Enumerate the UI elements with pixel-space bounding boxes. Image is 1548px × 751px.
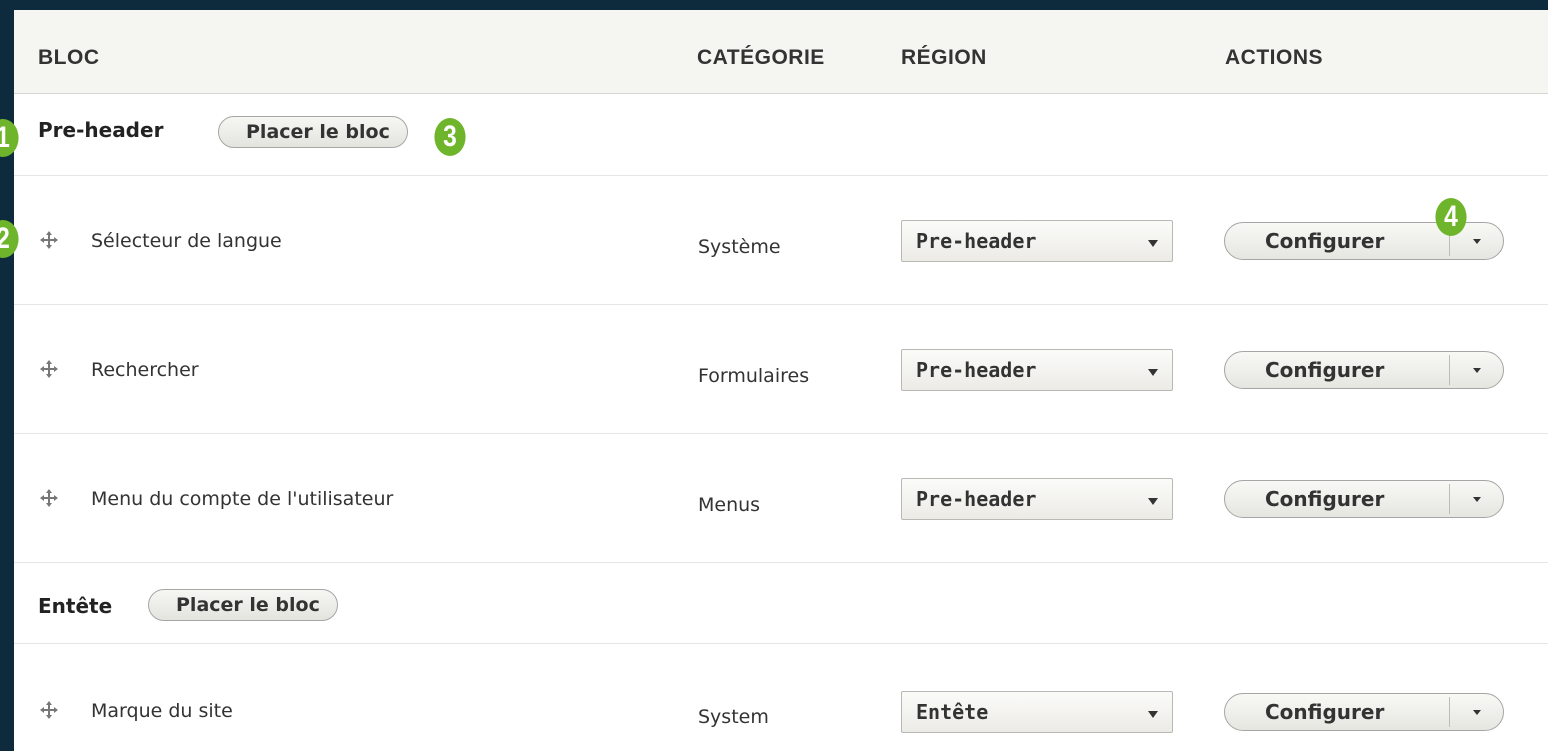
region-row-pre-header: Pre-header Placer le bloc: [14, 94, 1548, 176]
region-select[interactable]: Pre-header: [901, 349, 1173, 391]
column-header-block: BLOC: [38, 46, 100, 69]
block-category: Menus: [698, 494, 761, 516]
table-row: Menu du compte de l'utilisateur Menus Pr…: [14, 434, 1548, 563]
caret-down-icon: [1473, 710, 1481, 715]
callout-marker-4: 4: [1435, 198, 1467, 236]
caret-down-icon: [1148, 711, 1158, 718]
region-select[interactable]: Pre-header: [901, 220, 1173, 262]
drag-handle-icon[interactable]: [39, 488, 59, 508]
column-header-region: RÉGION: [901, 46, 987, 69]
block-category: Système: [698, 236, 781, 258]
configure-button[interactable]: Configurer: [1265, 700, 1384, 724]
block-category: System: [698, 706, 769, 728]
drag-handle-icon[interactable]: [39, 230, 59, 250]
region-select[interactable]: Pre-header: [901, 478, 1173, 520]
region-select-value: Pre-header: [916, 358, 1037, 382]
configure-split-button: Configurer: [1224, 351, 1504, 389]
column-header-actions: ACTIONS: [1225, 46, 1323, 69]
operations-dropdown-toggle[interactable]: [1449, 352, 1504, 388]
region-title: Entête: [38, 594, 113, 618]
configure-button[interactable]: Configurer: [1265, 229, 1384, 253]
table-row: Sélecteur de langue Système Pre-header C…: [14, 176, 1548, 305]
configure-split-button: Configurer: [1224, 693, 1504, 731]
caret-down-icon: [1473, 368, 1481, 373]
operations-dropdown-toggle[interactable]: [1449, 481, 1504, 517]
region-select-value: Pre-header: [916, 487, 1037, 511]
place-block-button[interactable]: Placer le bloc: [218, 116, 408, 148]
operations-dropdown-toggle[interactable]: [1449, 694, 1504, 730]
configure-button[interactable]: Configurer: [1265, 358, 1384, 382]
block-name: Menu du compte de l'utilisateur: [91, 488, 394, 510]
block-name: Marque du site: [91, 700, 233, 722]
drag-handle-icon[interactable]: [39, 359, 59, 379]
drag-handle-icon[interactable]: [39, 700, 59, 720]
region-select-value: Entête: [916, 700, 989, 724]
table-row: Rechercher Formulaires Pre-header Config…: [14, 305, 1548, 434]
region-title: Pre-header: [38, 118, 164, 142]
region-select[interactable]: Entête: [901, 691, 1173, 733]
table-row: Marque du site System Entête Configurer: [14, 644, 1548, 751]
block-layout-table: BLOC CATÉGORIE RÉGION ACTIONS Pre-header…: [14, 10, 1548, 751]
caret-down-icon: [1148, 369, 1158, 376]
table-header: BLOC CATÉGORIE RÉGION ACTIONS: [14, 10, 1548, 94]
caret-down-icon: [1473, 239, 1481, 244]
configure-split-button: Configurer: [1224, 480, 1504, 518]
block-category: Formulaires: [698, 365, 810, 387]
region-row-entete: Entête Placer le bloc: [14, 563, 1548, 644]
region-select-value: Pre-header: [916, 229, 1037, 253]
configure-button[interactable]: Configurer: [1265, 487, 1384, 511]
callout-marker-3: 3: [434, 118, 466, 156]
place-block-button[interactable]: Placer le bloc: [148, 589, 338, 621]
block-name: Rechercher: [91, 359, 199, 381]
caret-down-icon: [1148, 498, 1158, 505]
caret-down-icon: [1473, 497, 1481, 502]
column-header-category: CATÉGORIE: [697, 46, 825, 69]
caret-down-icon: [1148, 240, 1158, 247]
block-name: Sélecteur de langue: [91, 230, 282, 252]
